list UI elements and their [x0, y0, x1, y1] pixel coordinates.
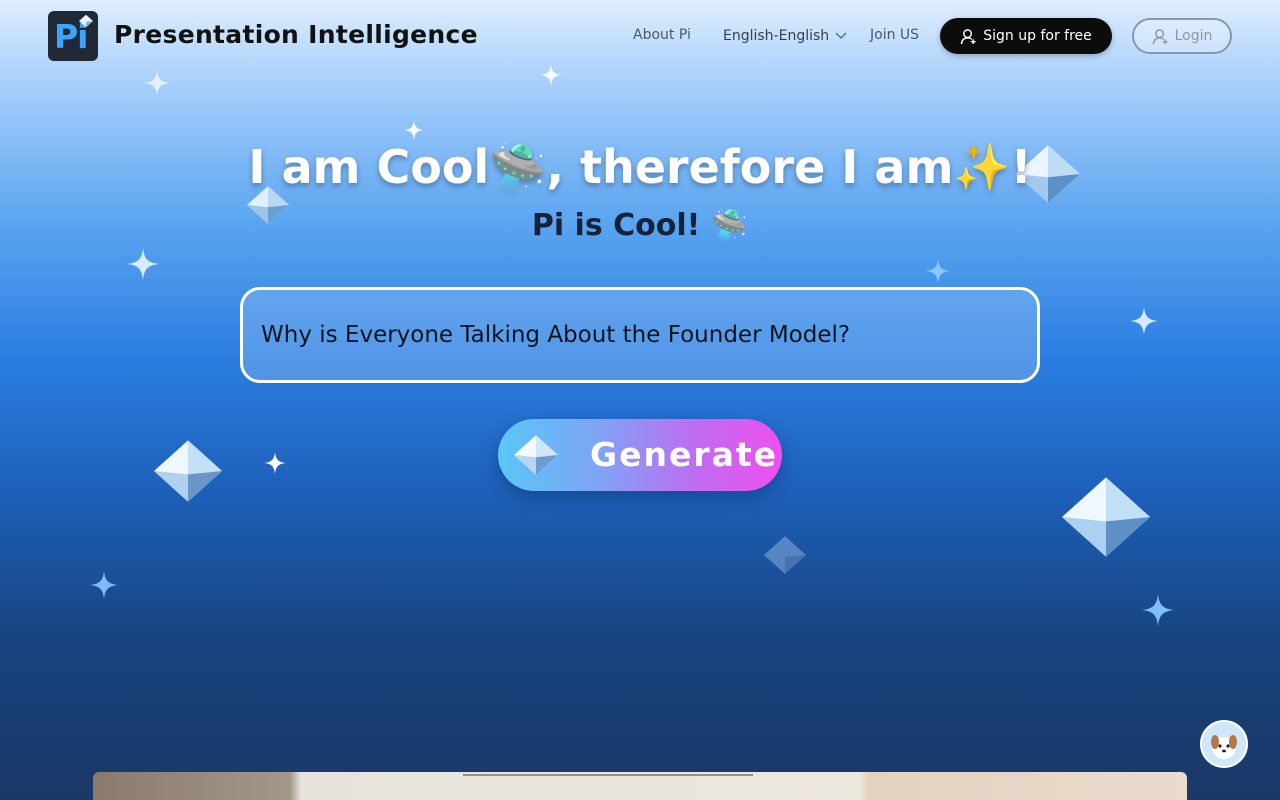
diamond-icon	[1062, 477, 1150, 557]
sparkle-icon	[1142, 594, 1174, 626]
sparkle-icon	[926, 259, 950, 283]
sparkle-icon	[90, 571, 118, 599]
dog-mascot-icon[interactable]	[1200, 720, 1248, 768]
dog-mascot-icon	[1211, 735, 1237, 759]
sparkle-icon	[404, 120, 424, 140]
language-label: English-English	[723, 28, 830, 44]
diamond-icon	[154, 440, 222, 502]
generate-button[interactable]: Generate	[498, 419, 782, 491]
topic-input[interactable]: Why is Everyone Talking About the Founde…	[240, 287, 1040, 383]
preview-ink-line	[463, 774, 753, 776]
user-icon	[1152, 28, 1168, 44]
nav-join-link[interactable]: Join US	[870, 27, 919, 43]
sparkle-icon	[127, 248, 159, 280]
sparkle-icon	[144, 70, 170, 96]
signup-label: Sign up for free	[983, 28, 1092, 44]
diamond-icon	[79, 14, 93, 28]
sparkle-icon	[264, 452, 286, 474]
hero-title: I am Cool🛸, therefore I am✨!	[248, 140, 1032, 194]
top-navigation: Pi Presentation Intelligence About Pi En…	[0, 0, 1280, 72]
diamond-icon	[514, 435, 558, 475]
sparkle-icon	[1130, 307, 1158, 335]
brand-name[interactable]: Presentation Intelligence	[114, 20, 478, 49]
chevron-down-icon	[835, 32, 847, 39]
user-plus-icon	[960, 28, 976, 44]
logo[interactable]: Pi	[48, 11, 98, 61]
language-selector[interactable]: English-English	[723, 28, 847, 44]
login-button[interactable]: Login	[1132, 18, 1232, 54]
nav-about-link[interactable]: About Pi	[633, 27, 691, 43]
presentation-preview-strip	[93, 772, 1187, 800]
hero-subtitle: Pi is Cool! 🛸	[531, 208, 749, 243]
login-label: Login	[1174, 28, 1213, 44]
diamond-icon	[764, 536, 806, 574]
generate-label: Generate	[590, 435, 779, 474]
topic-input-value: Why is Everyone Talking About the Founde…	[261, 322, 851, 348]
signup-button[interactable]: Sign up for free	[940, 18, 1112, 54]
